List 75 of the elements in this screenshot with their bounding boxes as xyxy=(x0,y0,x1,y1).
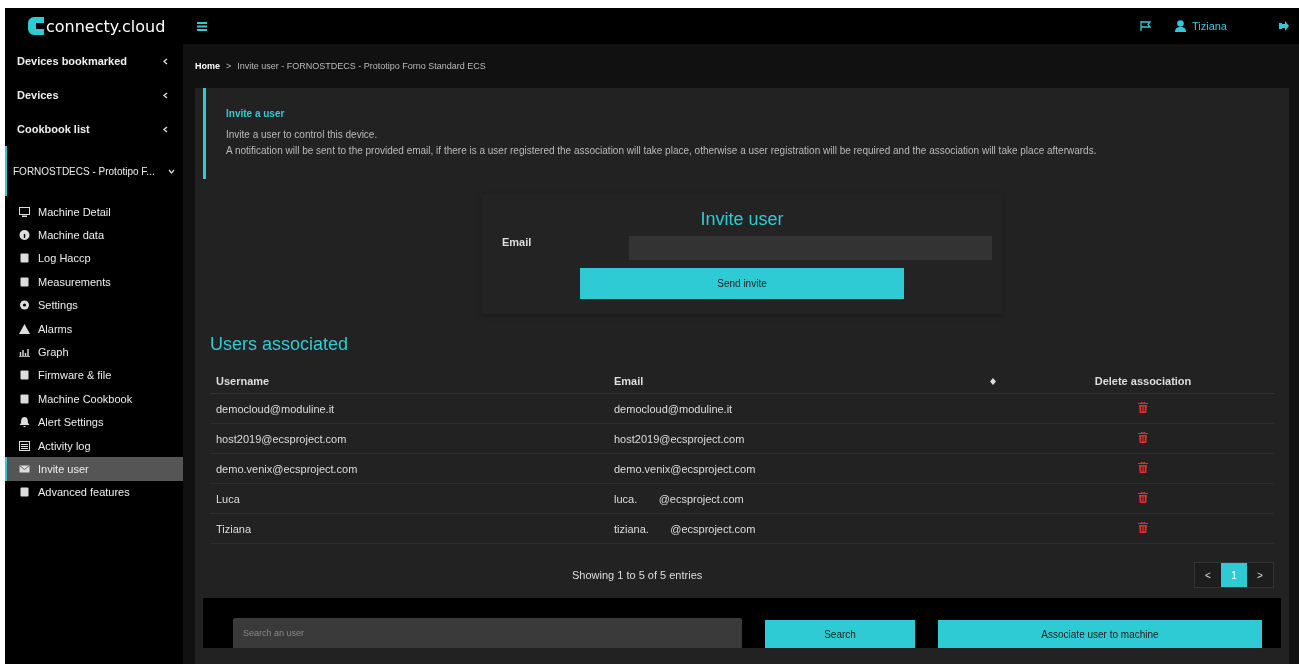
menu-item-icon xyxy=(19,487,30,498)
menu-item-icon xyxy=(19,230,30,241)
sidebar-item[interactable]: Machine Detail xyxy=(5,200,183,224)
associate-button[interactable]: Associate user to machine xyxy=(938,620,1262,648)
menu-item-icon xyxy=(19,393,30,404)
table-cell: host2019@ecsproject.com xyxy=(210,423,608,454)
search-button[interactable]: Search xyxy=(765,620,915,648)
sidebar-group[interactable]: Devices bookmarked xyxy=(5,44,183,78)
sidebar-item[interactable]: Log Haccp xyxy=(5,246,183,271)
menu-item-icon xyxy=(19,347,30,358)
breadcrumb-current: Invite user - FORNOSTDECS - Prototipo Forno Standard ECS xyxy=(237,61,486,71)
callout-text: A notification will be sent to the provided email, if there is a user registered the association will take place, otherwise a user registration will be required and the association will take place afterwards. xyxy=(226,144,1098,158)
table-cell: Luca xyxy=(210,483,608,514)
table-cell: demo.venix@ecsproject.com xyxy=(608,453,1012,484)
email-label: Email xyxy=(501,236,533,248)
search-field[interactable]: Search an user xyxy=(233,618,742,648)
column-header[interactable]: Email xyxy=(614,375,644,387)
sidebar-group[interactable]: Cookbook list xyxy=(5,112,183,146)
menu-item-icon xyxy=(19,323,30,334)
table-cell: democloud@moduline.it xyxy=(210,393,608,424)
menu-item-icon xyxy=(19,417,30,428)
sidebar-item[interactable]: Machine data xyxy=(5,223,183,247)
column-header[interactable]: Username xyxy=(210,369,608,394)
column-header[interactable]: Delete association xyxy=(1012,369,1274,394)
trash-icon[interactable] xyxy=(1138,402,1148,413)
next-page-button[interactable]: > xyxy=(1247,563,1273,587)
sidebar-item[interactable]: Machine Cookbook xyxy=(5,387,183,411)
breadcrumb-separator: > xyxy=(226,61,232,71)
menu-item-icon xyxy=(19,253,30,264)
chevron-left-icon xyxy=(162,125,169,133)
sidebar-item[interactable]: Settings xyxy=(5,293,183,317)
previous-page-button[interactable]: < xyxy=(1195,563,1221,587)
entries-info: Showing 1 to 5 of 5 entries xyxy=(572,569,703,581)
sidebar-item[interactable]: Firmware & file xyxy=(5,363,183,388)
trash-icon[interactable] xyxy=(1138,492,1148,503)
menu-item-icon xyxy=(19,206,30,217)
user-name[interactable]: Tiziana xyxy=(1191,20,1227,32)
menu-item-icon xyxy=(19,440,30,451)
logo-icon xyxy=(28,17,44,35)
table-cell: luca. @ecsproject.com xyxy=(608,483,1012,514)
section-title: Users associated xyxy=(210,334,350,355)
chevron-down-icon xyxy=(168,167,175,175)
callout-title: Invite a user xyxy=(226,108,286,119)
sidebar-item[interactable]: Activity log xyxy=(5,433,183,458)
table-cell: host2019@ecsproject.com xyxy=(608,423,1012,454)
logout-icon[interactable] xyxy=(1279,21,1289,31)
menu-item-icon xyxy=(19,464,30,474)
sort-icon[interactable] xyxy=(990,377,996,385)
table-cell: demo.venix@ecsproject.com xyxy=(210,453,608,484)
menu-icon[interactable] xyxy=(197,21,207,31)
sidebar-item[interactable]: Measurements xyxy=(5,270,183,294)
sidebar-item[interactable]: Advanced features xyxy=(5,480,183,505)
trash-icon[interactable] xyxy=(1138,522,1148,533)
user-icon xyxy=(1174,20,1186,32)
table-cell: Tiziana xyxy=(210,513,608,544)
menu-item-icon xyxy=(19,276,30,287)
sidebar-item[interactable]: Graph xyxy=(5,340,183,364)
chevron-left-icon xyxy=(162,57,169,65)
sidebar-item[interactable]: Invite user xyxy=(5,457,183,481)
trash-icon[interactable] xyxy=(1138,432,1148,443)
table-cell: democloud@moduline.it xyxy=(608,393,1012,424)
menu-item-icon xyxy=(19,300,30,311)
callout-text: Invite a user to control this device. xyxy=(226,128,379,142)
trash-icon[interactable] xyxy=(1138,462,1148,473)
table-cell: tiziana. @ecsproject.com xyxy=(608,513,1012,544)
chevron-left-icon xyxy=(162,91,169,99)
sidebar-item[interactable]: Alert Settings xyxy=(5,410,183,434)
form-title: Invite user xyxy=(700,209,784,230)
sidebar-group[interactable]: Devices xyxy=(5,78,183,112)
brand-name: connecty.cloud xyxy=(46,16,166,36)
breadcrumb-link[interactable]: Home xyxy=(195,61,220,71)
menu-item-icon xyxy=(19,370,30,381)
sidebar-item[interactable]: Alarms xyxy=(5,316,183,341)
flag-icon[interactable] xyxy=(1139,21,1151,31)
send-invite-button[interactable]: Send invite xyxy=(580,268,904,299)
